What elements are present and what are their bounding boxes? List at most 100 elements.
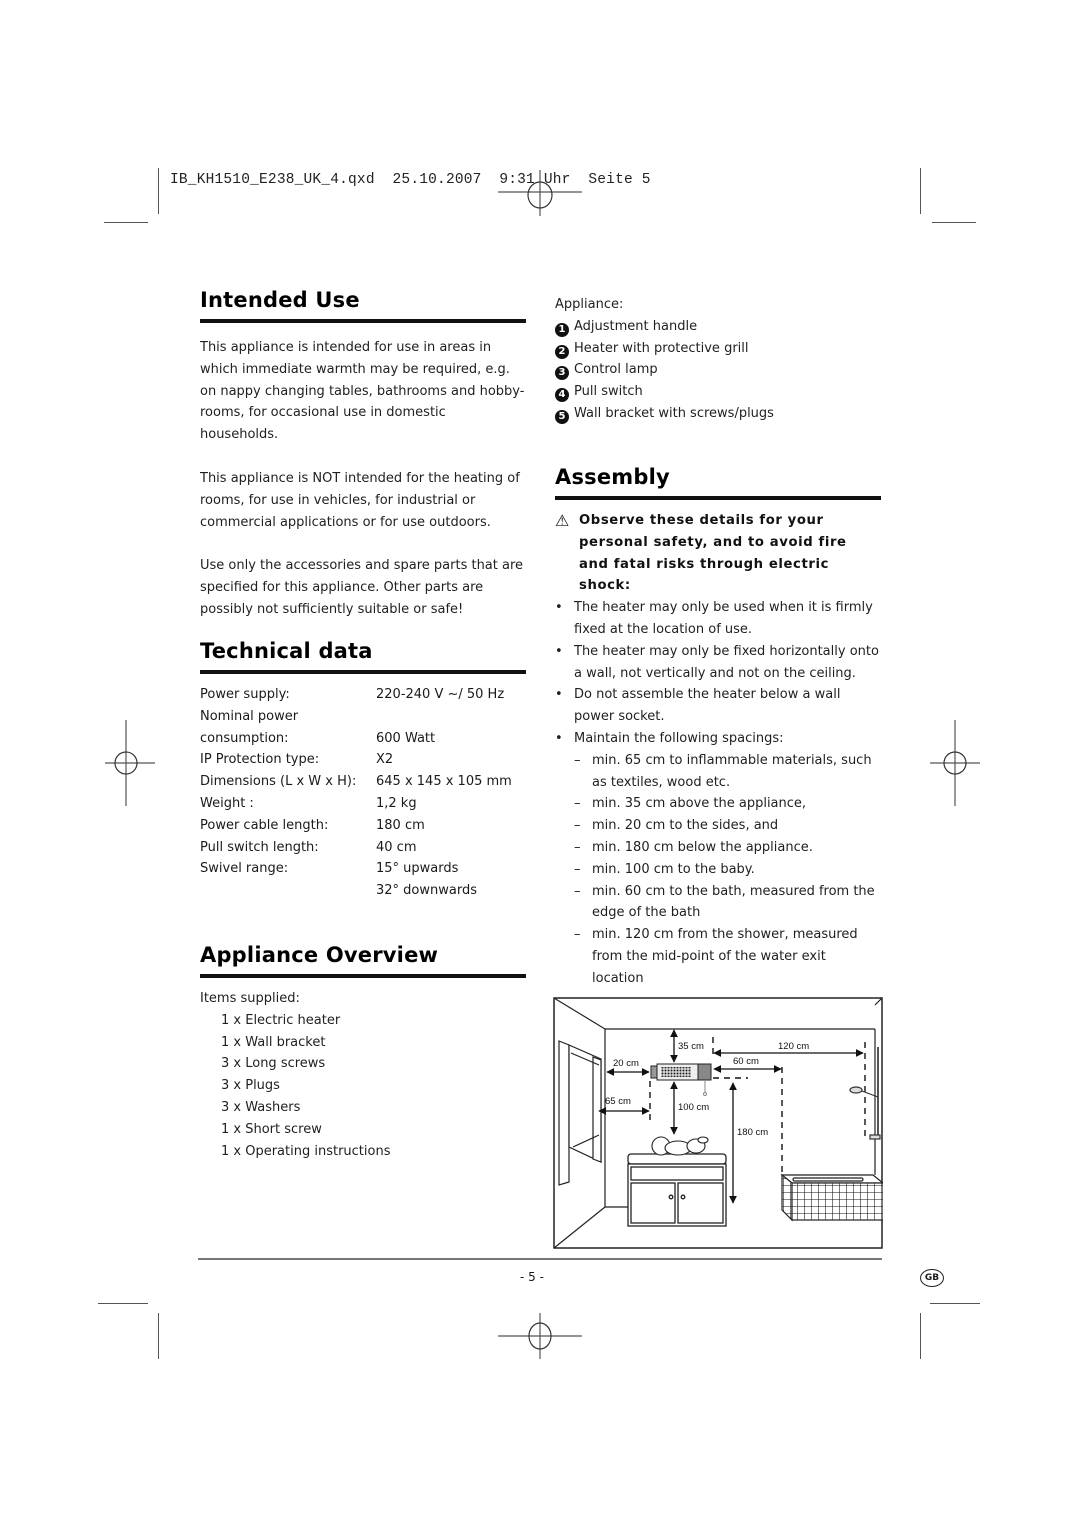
part-label: Heater with protective grill [574,340,749,356]
spacing-item: – min. 120 cm from the shower, measured f… [555,924,881,989]
tech-row: Nominal power [200,706,526,728]
page-number: - 5 - [520,1270,544,1284]
spacing-text: min. 180 cm below the appliance. [592,839,813,855]
crop-mark [930,1303,980,1305]
part-number-icon: 4 [555,388,569,403]
section-title: Assembly [555,465,670,489]
supplied-item: 1 x Short screw [221,1121,322,1137]
tech-label: consumption: [200,730,289,746]
tech-value: 600 Watt [376,730,436,746]
title-rule [200,670,526,674]
crop-mark [158,168,160,214]
tech-label: Pull switch length: [200,839,319,855]
tech-value: 40 cm [376,839,417,855]
crop-mark [932,222,976,224]
supplied-item: 3 x Long screws [221,1056,326,1072]
assembly-bullet: • The heater may only be used when it is … [555,597,881,641]
warning-triangle-icon: ⚠ [555,511,570,530]
parts-label: Appliance: [555,297,624,312]
crop-mark [104,222,148,224]
dash-icon: – [574,839,581,855]
spacing-text: min. 120 cm from the shower, measured fr… [592,927,858,986]
dash-icon: – [574,752,581,768]
spacing-item: – min. 35 cm above the appliance, [555,793,881,815]
tech-value: 1,2 kg [376,795,417,811]
section-title: Appliance Overview [200,943,439,967]
tech-row: Power supply: 220-240 V ~/ 50 Hz [200,684,526,706]
tech-value: X2 [376,752,394,768]
tech-row: Power cable length: 180 cm [200,815,526,837]
technical-data-section: Technical data Power supply: 220-240 V ~/… [200,639,526,902]
spacing-item: – min. 20 cm to the sides, and [555,815,881,837]
tech-value: 32° downwards [376,883,477,899]
tech-row: Swivel range: 15° upwards [200,858,526,880]
part-number-icon: 3 [555,366,569,381]
part-label: Pull switch [574,384,643,400]
bathtub [780,1173,883,1222]
tech-value: 645 x 145 x 105 mm [376,774,512,790]
bullet-icon: • [555,643,563,659]
footer-rule [198,1258,882,1260]
tech-value: 15° upwards [376,861,459,877]
bullet-icon: • [555,730,563,746]
part-item: 2 Heater with protective grill [555,338,885,360]
spacing-item: – min. 100 cm to the baby. [555,859,881,881]
installation-diagram: 35 cm 20 cm 65 cm 100 cm 180 cm 60 cm 12… [553,997,883,1249]
intended-use-section: Intended Use This appliance is intended … [200,288,526,621]
tech-label: Power supply: [200,687,290,702]
spacing-text: min. 60 cm to the bath, measured from th… [592,883,875,921]
tech-row: Dimensions (L x W x H): 645 x 145 x 105 m… [200,771,526,793]
language-badge: GB [920,1269,944,1287]
tech-label: Nominal power [200,708,299,724]
label-sides: 20 cm [613,1058,639,1069]
part-number-icon: 1 [555,322,569,337]
dash-icon: – [574,796,581,812]
tech-table: Power supply: 220-240 V ~/ 50 Hz Nominal p… [200,684,526,902]
assembly-bullet: • Maintain the following spacings: [555,728,881,750]
part-item: 4 Pull switch [555,381,885,403]
spacing-text: min. 65 cm to inflammable materials, suc… [592,752,872,790]
tech-label: Swivel range: [200,861,289,877]
part-label: Control lamp [574,362,658,378]
crop-mark [158,1313,160,1359]
tech-row: Pull switch length: 40 cm [200,837,526,859]
tech-label: Power cable length: [200,817,329,833]
tech-row: 32° downwards [200,880,526,902]
spacing-text: min. 100 cm to the baby. [592,861,755,877]
tech-label: Dimensions (L x W x H): [200,774,357,790]
label-bath: 60 cm [733,1056,759,1067]
assembly-section: Assembly ⚠ Observe these details for you… [555,465,881,990]
label-inflammable: 65 cm [605,1096,631,1107]
bullet-icon: • [555,600,563,616]
crop-mark [98,1303,148,1305]
dash-icon: – [574,927,581,943]
registration-mark-bottom [498,1313,582,1359]
tech-row: IP Protection type: X2 [200,749,526,771]
appliance-overview-section: Appliance Overview Items supplied: 1 x E… [200,943,526,1162]
part-item: 3 Control lamp [555,359,885,381]
spacing-item: – min. 180 cm below the appliance. [555,837,881,859]
tech-label: Weight : [200,795,254,811]
spacing-item: – min. 65 cm to inflammable materials, su… [555,750,881,794]
appliance-parts: Appliance: 1 Adjustment handle 2 Heater wit… [555,294,885,425]
assembly-bullet: • The heater may only be fixed horizontal… [555,641,881,685]
safety-warning: ⚠ Observe these details for your persona… [555,510,881,597]
dash-icon: – [574,883,581,899]
bullet-text: Maintain the following spacings: [574,730,784,746]
registration-mark-right [930,720,980,806]
dash-icon: – [574,818,581,834]
dash-icon: – [574,861,581,877]
supplied-item: 3 x Plugs [221,1078,280,1094]
title-rule [200,974,526,978]
bullet-text: The heater may only be fixed horizontall… [574,643,879,681]
paragraph: This appliance is intended for use in ar… [200,340,525,443]
part-item: 1 Adjustment handle [555,316,885,338]
supplied-item: 1 x Operating instructions [221,1143,391,1159]
bullet-text: Do not assemble the heater below a wall … [574,687,841,725]
file-slug: IB_KH1510_E238_UK_4.qxd 25.10.2007 9:31 … [170,172,651,188]
label-below: 180 cm [737,1127,768,1138]
supplied-item: 1 x Wall bracket [221,1034,326,1050]
title-rule [555,496,881,500]
spacing-text: min. 20 cm to the sides, and [592,818,779,834]
part-label: Wall bracket with screws/plugs [574,405,774,421]
